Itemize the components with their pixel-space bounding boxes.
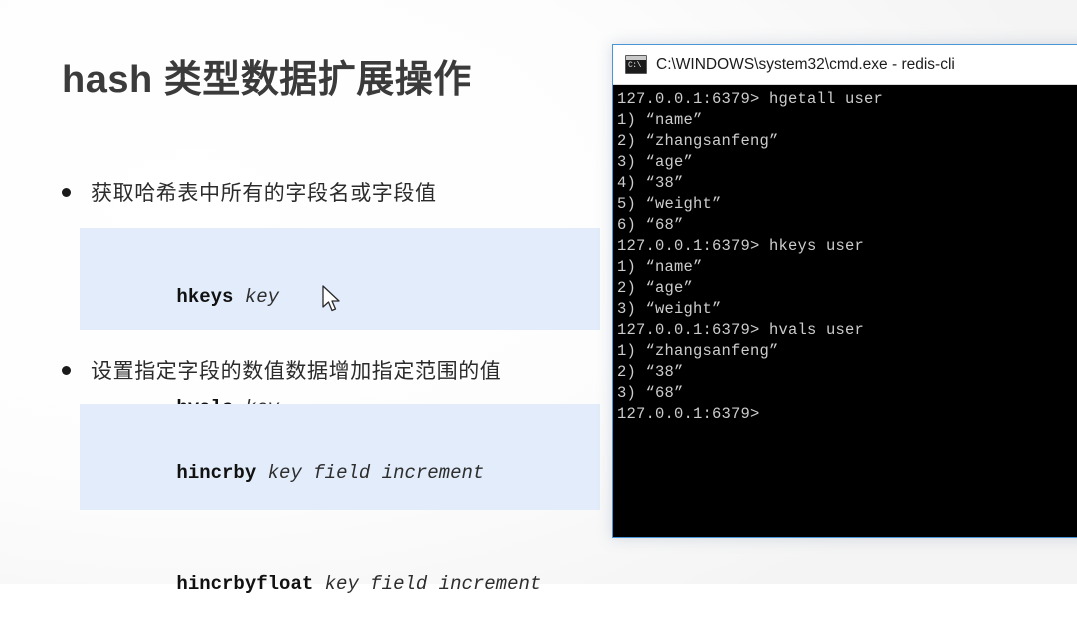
- terminal-line: 5) “weight”: [617, 195, 722, 213]
- terminal-line: 3) “age”: [617, 153, 694, 171]
- bullet-dot-icon: [62, 187, 71, 197]
- terminal-line: 4) “38”: [617, 174, 684, 192]
- bullet-label-1: 获取哈希表中所有的字段名或字段值: [91, 182, 437, 205]
- terminal-output[interactable]: 127.0.0.1:6379> hgetall user 1) “name” 2) …: [613, 85, 1077, 537]
- terminal-line: 6) “68”: [617, 216, 684, 234]
- slide-canvas: hash 类型数据扩展操作 获取哈希表中所有的字段名或字段值 hkeys key…: [0, 0, 1077, 595]
- terminal-line: 1) “name”: [617, 258, 703, 276]
- bullet-item-2: 设置指定字段的数值数据增加指定范围的值: [62, 355, 501, 385]
- terminal-line: 1) “zhangsanfeng”: [617, 342, 779, 360]
- code-block-2: hincrby key field increment hincrbyfloat…: [80, 404, 600, 595]
- code-line: hincrby key field increment: [108, 418, 600, 529]
- terminal-line: 2) “zhangsanfeng”: [617, 132, 779, 150]
- cmd-window[interactable]: C:\WINDOWS\system32\cmd.exe - redis-cli …: [612, 44, 1077, 538]
- terminal-line: 1) “name”: [617, 111, 703, 129]
- bullet-dot-icon: [62, 365, 71, 375]
- command-name: hkeys: [176, 286, 234, 308]
- command-name: hincrbyfloat: [176, 573, 314, 595]
- command-args: key field increment: [313, 573, 542, 595]
- bullet-label-2: 设置指定字段的数值数据增加指定范围的值: [91, 360, 502, 383]
- terminal-line: 127.0.0.1:6379> hgetall user: [617, 90, 884, 108]
- terminal-line: 3) “weight”: [617, 300, 722, 318]
- console-icon: [625, 55, 647, 74]
- command-args: key field increment: [256, 462, 485, 484]
- terminal-line: 2) “age”: [617, 279, 694, 297]
- terminal-line: 127.0.0.1:6379> hvals user: [617, 321, 865, 339]
- terminal-line: 127.0.0.1:6379> hkeys user: [617, 237, 865, 255]
- cmd-window-title: C:\WINDOWS\system32\cmd.exe - redis-cli: [656, 55, 955, 73]
- terminal-line: 2) “38”: [617, 363, 684, 381]
- terminal-line: 127.0.0.1:6379>: [617, 405, 760, 423]
- bullet-item-1: 获取哈希表中所有的字段名或字段值: [62, 177, 437, 207]
- cmd-titlebar[interactable]: C:\WINDOWS\system32\cmd.exe - redis-cli: [613, 45, 1077, 85]
- page-title: hash 类型数据扩展操作: [62, 59, 472, 101]
- code-line: hkeys key: [108, 242, 600, 353]
- command-args: key: [233, 286, 280, 308]
- code-block-1: hkeys key hvals key: [80, 228, 600, 419]
- terminal-line: 3) “68”: [617, 384, 684, 402]
- code-line: hincrbyfloat key field increment: [108, 529, 600, 640]
- command-name: hincrby: [176, 462, 257, 484]
